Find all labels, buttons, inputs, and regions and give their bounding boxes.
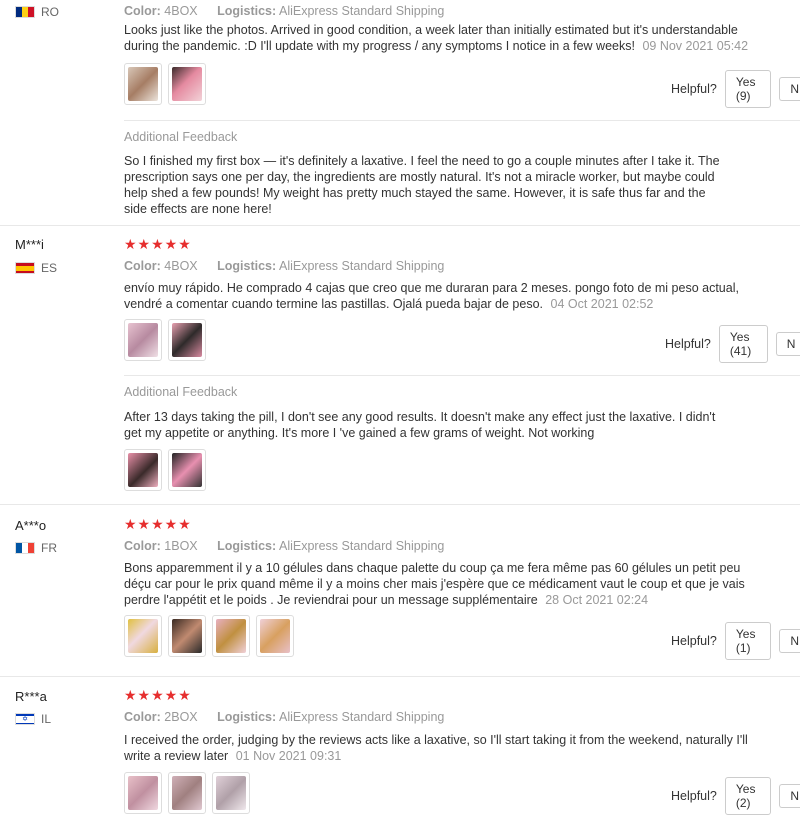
additional-feedback-title: Additional Feedback — [124, 130, 238, 144]
review-photos — [124, 772, 250, 814]
flag-ro-icon — [15, 6, 35, 18]
flag-il-icon: ✡ — [15, 713, 35, 725]
review-text: envío muy rápido. He comprado 4 cajas qu… — [124, 281, 739, 311]
review-photo-thumb[interactable] — [124, 772, 162, 814]
helpful-yes-button[interactable]: Yes (9) — [724, 70, 772, 108]
helpful-group: Helpful? Yes (9) N — [671, 70, 800, 108]
helpful-group: Helpful? Yes (41) N — [665, 325, 800, 363]
review-date: 09 Nov 2021 05:42 — [642, 39, 749, 53]
rating-stars: ★★★★★ — [124, 236, 192, 252]
flag-fr-icon — [15, 542, 35, 554]
review-meta: Color: 4BOX Logistics: AliExpress Standa… — [124, 259, 445, 273]
review-photo-thumb[interactable] — [124, 615, 162, 657]
review-photo-thumb[interactable] — [168, 63, 206, 105]
review-photos — [124, 63, 206, 105]
user-country: ✡ IL — [15, 712, 51, 726]
review-meta: Color: 4BOX Logistics: AliExpress Standa… — [124, 4, 445, 18]
review-date: 01 Nov 2021 09:31 — [235, 749, 342, 763]
review-photo-thumb[interactable] — [168, 449, 206, 491]
review-photo-thumb[interactable] — [124, 63, 162, 105]
user-name: R***a — [15, 689, 47, 704]
helpful-no-button[interactable]: N — [779, 629, 800, 653]
helpful-no-button[interactable]: N — [779, 77, 800, 101]
review-photo-thumb[interactable] — [168, 319, 206, 361]
helpful-label: Helpful? — [671, 789, 717, 803]
review-date: 28 Oct 2021 02:24 — [545, 593, 649, 607]
user-country: ES — [15, 261, 57, 275]
rating-stars: ★★★★★ — [124, 516, 192, 532]
review-photos — [124, 319, 206, 361]
helpful-yes-button[interactable]: Yes (1) — [724, 622, 772, 660]
review-meta: Color: 2BOX Logistics: AliExpress Standa… — [124, 710, 445, 724]
helpful-no-button[interactable]: N — [779, 784, 800, 808]
user-country: RO — [15, 5, 59, 19]
review-text: Looks just like the photos. Arrived in g… — [124, 23, 749, 53]
additional-photos — [124, 449, 206, 491]
review-text: Bons apparemment il y a 10 gélules dans … — [124, 561, 745, 607]
review-meta: Color: 1BOX Logistics: AliExpress Standa… — [124, 539, 445, 553]
additional-feedback-text: So I finished my first box — it's defini… — [124, 154, 720, 216]
user-country: FR — [15, 541, 57, 555]
flag-es-icon — [15, 262, 35, 274]
additional-feedback-text: After 13 days taking the pill, I don't s… — [124, 410, 716, 440]
review-photo-thumb[interactable] — [212, 772, 250, 814]
user-name: M***i — [15, 237, 44, 252]
review-date: 04 Oct 2021 02:52 — [550, 297, 654, 311]
helpful-group: Helpful? Yes (2) N — [671, 777, 800, 815]
helpful-label: Helpful? — [671, 634, 717, 648]
additional-feedback-title: Additional Feedback — [124, 385, 238, 399]
review-photo-thumb[interactable] — [168, 772, 206, 814]
review-text: I received the order, judging by the rev… — [124, 733, 748, 763]
rating-stars: ★★★★★ — [124, 687, 192, 703]
helpful-group: Helpful? Yes (1) N — [671, 622, 800, 660]
user-name: A***o — [15, 518, 47, 533]
review-photo-thumb[interactable] — [124, 449, 162, 491]
helpful-label: Helpful? — [665, 337, 711, 351]
review-photo-thumb[interactable] — [168, 615, 206, 657]
review-photo-thumb[interactable] — [124, 319, 162, 361]
review-photos — [124, 615, 294, 657]
review-photo-thumb[interactable] — [256, 615, 294, 657]
helpful-label: Helpful? — [671, 82, 717, 96]
helpful-yes-button[interactable]: Yes (2) — [724, 777, 772, 815]
helpful-yes-button[interactable]: Yes (41) — [718, 325, 768, 363]
helpful-no-button[interactable]: N — [775, 332, 800, 356]
review-photo-thumb[interactable] — [212, 615, 250, 657]
